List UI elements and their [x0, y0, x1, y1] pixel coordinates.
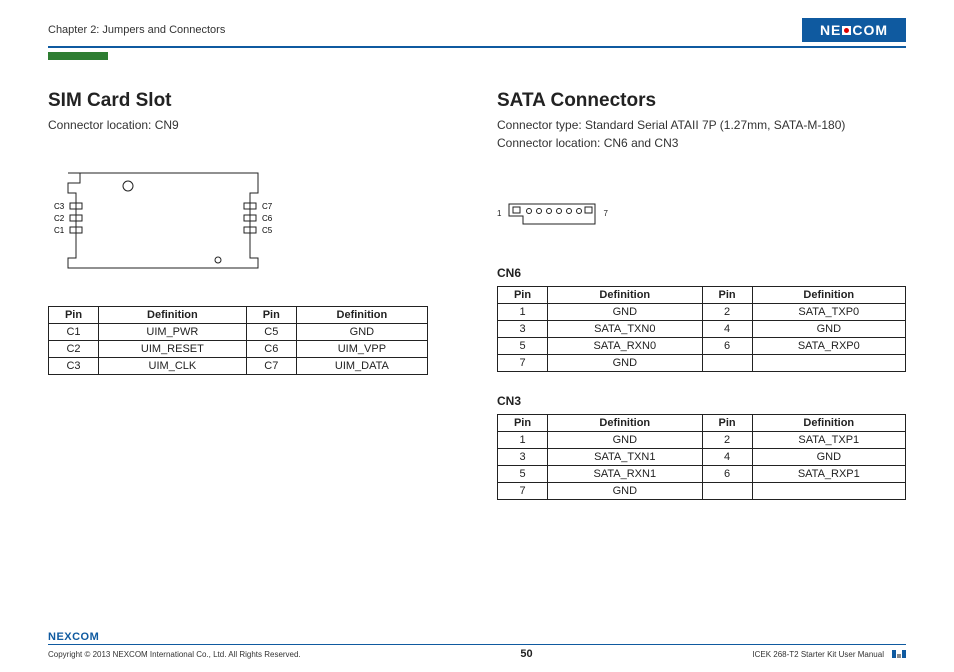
- brand-logo: NECOM: [802, 18, 906, 42]
- manual-title: ICEK 268-T2 Starter Kit User Manual: [752, 650, 884, 659]
- table-row: 7GND: [498, 354, 906, 371]
- table-row: C2UIM_RESETC6UIM_VPP: [49, 340, 428, 357]
- sata-section-title: SATA Connectors: [497, 90, 906, 112]
- table-row: C3UIM_CLKC7UIM_DATA: [49, 357, 428, 374]
- footer-divider: [48, 644, 906, 646]
- svg-text:C1: C1: [54, 226, 65, 235]
- cn3-label: CN3: [497, 394, 906, 408]
- table-row: 3SATA_TXN14GND: [498, 448, 906, 465]
- sim-section-title: SIM Card Slot: [48, 90, 457, 112]
- cn6-label: CN6: [497, 266, 906, 280]
- svg-text:C2: C2: [54, 214, 65, 223]
- footer-squares-icon: [892, 650, 906, 658]
- th-pin: Pin: [49, 306, 99, 323]
- table-row: 1GND2SATA_TXP0: [498, 303, 906, 320]
- sim-subtitle: Connector location: CN9: [48, 116, 457, 134]
- table-row: 5SATA_RXN06SATA_RXP0: [498, 337, 906, 354]
- svg-text:C6: C6: [262, 214, 273, 223]
- sim-tbody: C1UIM_PWRC5GNDC2UIM_RESETC6UIM_VPPC3UIM_…: [49, 323, 428, 374]
- sata-subtitle1: Connector type: Standard Serial ATAII 7P…: [497, 116, 906, 134]
- header-divider: [48, 46, 906, 48]
- footer-logo: NEXCOM: [48, 630, 108, 644]
- sata-subtitle2: Connector location: CN6 and CN3: [497, 134, 906, 152]
- cn3-tbody: 1GND2SATA_TXP13SATA_TXN14GND5SATA_RXN16S…: [498, 431, 906, 499]
- cn6-tbody: 1GND2SATA_TXP03SATA_TXN04GND5SATA_RXN06S…: [498, 303, 906, 371]
- sim-pin-table: Pin Definition Pin Definition C1UIM_PWRC…: [48, 306, 428, 375]
- table-row: 5SATA_RXN16SATA_RXP1: [498, 465, 906, 482]
- table-row: 3SATA_TXN04GND: [498, 320, 906, 337]
- th-def: Definition: [99, 306, 247, 323]
- th-def: Definition: [296, 306, 427, 323]
- sim-diagram: C3 C2 C1 C7 C6 C5: [48, 168, 278, 278]
- sata-pin-1-label: 1: [497, 209, 501, 218]
- svg-text:C3: C3: [54, 202, 65, 211]
- cn3-table: Pin Definition Pin Definition 1GND2SATA_…: [497, 414, 906, 500]
- th-pin: Pin: [246, 306, 296, 323]
- table-row: C1UIM_PWRC5GND: [49, 323, 428, 340]
- svg-text:C7: C7: [262, 202, 273, 211]
- sata-diagram: 1 7: [497, 202, 906, 226]
- copyright: Copyright © 2013 NEXCOM International Co…: [48, 650, 301, 659]
- accent-bar: [48, 52, 108, 60]
- table-row: 1GND2SATA_TXP1: [498, 431, 906, 448]
- svg-text:C5: C5: [262, 226, 273, 235]
- cn6-table: Pin Definition Pin Definition 1GND2SATA_…: [497, 286, 906, 372]
- page-number: 50: [520, 648, 532, 660]
- table-row: 7GND: [498, 482, 906, 499]
- chapter-title: Chapter 2: Jumpers and Connectors: [48, 24, 225, 36]
- sata-pin-7-label: 7: [603, 209, 607, 218]
